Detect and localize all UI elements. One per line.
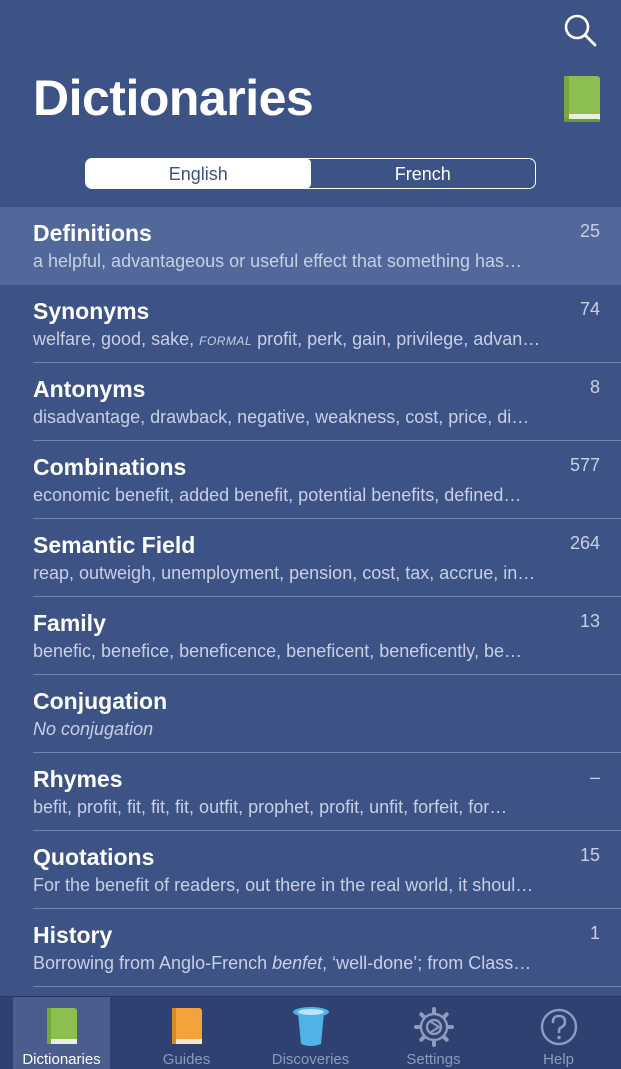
gear-icon <box>413 1005 454 1049</box>
list-item-combinations[interactable]: Combinations economic benefit, added ben… <box>0 441 621 519</box>
tab-discoveries[interactable]: Discoveries <box>262 997 359 1069</box>
list-item-title: Combinations <box>33 454 187 480</box>
tab-label: Help <box>543 1051 574 1068</box>
list-item-subtitle: benefic, benefice, beneficence, benefice… <box>33 641 522 661</box>
list-item-title: Definitions <box>33 220 152 246</box>
list-item-count: 1 <box>589 923 600 943</box>
list-item-count: 264 <box>569 533 600 553</box>
green-book-icon <box>564 76 600 122</box>
question-mark-icon <box>539 1005 579 1049</box>
tab-label: Dictionaries <box>22 1051 101 1068</box>
subtitle-text: profit, perk, gain, privilege, advan… <box>252 329 541 349</box>
list-item-title: Quotations <box>33 844 155 870</box>
list-item-subtitle: Borrowing from Anglo-French benfet, ‘wel… <box>33 951 599 975</box>
list-item-subtitle: No conjugation <box>33 719 154 739</box>
list-item-count: – <box>589 767 600 787</box>
subtitle-text: , ‘well-done’; from Class… <box>322 953 532 973</box>
subtitle-text: Borrowing from Anglo-French <box>33 953 273 973</box>
tab-guides[interactable]: Guides <box>138 997 235 1069</box>
list-item-title: Antonyms <box>33 376 146 402</box>
list-item-quotations[interactable]: Quotations For the benefit of readers, o… <box>0 831 621 909</box>
language-segmented-control: English French <box>85 158 536 189</box>
list-item-count: 25 <box>579 221 600 241</box>
list-item-synonyms[interactable]: Synonyms welfare, good, sake, FORMAL pro… <box>0 285 621 363</box>
page-title: Dictionaries <box>33 70 314 126</box>
subtitle-text: welfare, good, sake, <box>33 329 200 349</box>
list-item-title: History <box>33 922 113 948</box>
list-item-subtitle: welfare, good, sake, FORMAL profit, perk… <box>33 327 599 353</box>
segment-english[interactable]: English <box>86 159 311 188</box>
search-button[interactable] <box>562 12 598 48</box>
list-item-title: Semantic Field <box>33 532 196 558</box>
list-item-subtitle: reap, outweigh, unemployment, pension, c… <box>33 563 536 583</box>
list-item-count: 577 <box>569 455 600 475</box>
tab-bar: Dictionaries Guides Discoveries Settings… <box>0 996 621 1069</box>
list-item-subtitle: economic benefit, added benefit, potenti… <box>33 485 522 505</box>
list-item-subtitle: a helpful, advantageous or useful effect… <box>33 251 522 271</box>
list-item-title: Family <box>33 610 106 636</box>
list-item-antonyms[interactable]: Antonyms disadvantage, drawback, negativ… <box>0 363 621 441</box>
tab-dictionaries[interactable]: Dictionaries <box>13 997 110 1069</box>
orange-book-icon <box>167 1005 207 1049</box>
tab-label: Guides <box>162 1051 211 1068</box>
register-tag: FORMAL <box>199 334 253 348</box>
list-item-title: Rhymes <box>33 766 123 792</box>
segment-french[interactable]: French <box>311 159 536 188</box>
list-item-rhymes[interactable]: Rhymes befit, profit, fit, fit, fit, out… <box>0 753 621 831</box>
list-item-count: 8 <box>589 377 600 397</box>
dictionary-book-button[interactable] <box>562 74 602 124</box>
list-item-title: Synonyms <box>33 298 150 324</box>
list-item-subtitle: befit, profit, fit, fit, fit, outfit, pr… <box>33 797 508 817</box>
list-item-count: 74 <box>579 299 600 319</box>
etymon-word: benfet <box>272 953 323 973</box>
list-item-subtitle: disadvantage, drawback, negative, weakne… <box>33 407 530 427</box>
dictionary-list: Definitions a helpful, advantageous or u… <box>0 207 621 987</box>
list-item-family[interactable]: Family benefic, benefice, beneficence, b… <box>0 597 621 675</box>
search-icon <box>564 14 597 47</box>
list-item-semantic-field[interactable]: Semantic Field reap, outweigh, unemploym… <box>0 519 621 597</box>
list-item-count: 13 <box>579 611 600 631</box>
list-item-subtitle: For the benefit of readers, out there in… <box>33 875 534 895</box>
divider <box>33 986 621 987</box>
tab-help[interactable]: Help <box>510 997 607 1069</box>
list-item-conjugation[interactable]: Conjugation No conjugation <box>0 675 621 753</box>
list-item-count: 15 <box>579 845 600 865</box>
top-hat-icon <box>291 1005 331 1049</box>
tab-settings[interactable]: Settings <box>385 997 482 1069</box>
tab-label: Settings <box>406 1051 461 1068</box>
list-item-definitions[interactable]: Definitions a helpful, advantageous or u… <box>0 207 621 285</box>
green-book-icon <box>42 1005 82 1049</box>
list-item-title: Conjugation <box>33 688 168 714</box>
list-item-history[interactable]: History Borrowing from Anglo-French benf… <box>0 909 621 987</box>
tab-label: Discoveries <box>271 1051 350 1068</box>
